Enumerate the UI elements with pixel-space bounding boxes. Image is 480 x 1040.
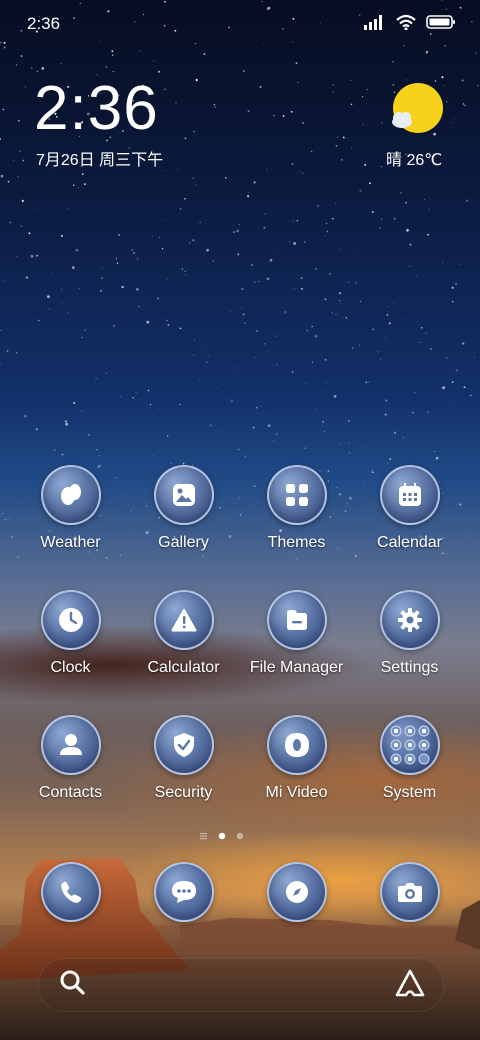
app-contacts[interactable]: Contacts bbox=[14, 715, 127, 815]
video-icon bbox=[266, 715, 327, 775]
page-dot[interactable] bbox=[236, 832, 244, 840]
app-label: Gallery bbox=[158, 534, 209, 551]
page-indicator-lines-icon bbox=[200, 833, 207, 840]
weather-widget-text[interactable]: 晴 26℃ bbox=[386, 146, 442, 170]
app-settings[interactable]: Settings bbox=[353, 590, 466, 690]
warning-triangle-icon bbox=[153, 590, 214, 650]
app-themes[interactable]: Themes bbox=[240, 465, 353, 565]
message-icon bbox=[153, 862, 214, 922]
gear-icon bbox=[379, 590, 440, 650]
app-label: Mi Video bbox=[265, 784, 328, 801]
person-icon bbox=[40, 715, 101, 775]
app-calculator[interactable]: Calculator bbox=[127, 590, 240, 690]
app-weather[interactable]: Weather bbox=[14, 465, 127, 565]
dock-phone[interactable] bbox=[14, 862, 127, 924]
dock-browser[interactable] bbox=[240, 862, 353, 924]
camera-icon bbox=[379, 862, 440, 922]
folder-grid-icon bbox=[379, 715, 440, 775]
weather-drops-icon bbox=[40, 465, 101, 525]
folder-icon bbox=[266, 590, 327, 650]
phone-icon bbox=[40, 862, 101, 922]
app-label: System bbox=[382, 784, 437, 801]
browser-compass-icon bbox=[266, 862, 327, 922]
app-label: Contacts bbox=[38, 784, 103, 801]
app-clock[interactable]: Clock bbox=[14, 590, 127, 690]
app-calendar[interactable]: Calendar bbox=[353, 465, 466, 565]
signal-icon bbox=[364, 15, 382, 30]
app-label: Calendar bbox=[377, 534, 442, 551]
sun-cloud-icon[interactable] bbox=[385, 82, 445, 142]
status-bar: 2:36 bbox=[0, 0, 480, 48]
app-label: Security bbox=[154, 784, 213, 801]
image-icon bbox=[153, 465, 214, 525]
app-label: File Manager bbox=[249, 659, 344, 676]
clock-widget-time[interactable]: 2:36 bbox=[34, 78, 159, 140]
app-gallery[interactable]: Gallery bbox=[127, 465, 240, 565]
search-bar[interactable] bbox=[38, 958, 444, 1012]
assistant-icon[interactable] bbox=[394, 968, 426, 1000]
app-label: Calculator bbox=[147, 659, 220, 676]
app-mi-video[interactable]: Mi Video bbox=[240, 715, 353, 815]
app-label: Clock bbox=[50, 659, 91, 676]
app-label: Weather bbox=[40, 534, 101, 551]
search-icon[interactable] bbox=[58, 968, 86, 996]
app-label: Themes bbox=[267, 534, 326, 551]
clock-widget-date[interactable]: 7月26日 周三下午 bbox=[36, 146, 163, 170]
dock-messages[interactable] bbox=[127, 862, 240, 924]
grid-icon bbox=[266, 465, 327, 525]
status-time: 2:36 bbox=[27, 14, 61, 33]
clock-icon bbox=[40, 590, 101, 650]
app-system-folder[interactable]: System bbox=[353, 715, 466, 815]
shield-check-icon bbox=[153, 715, 214, 775]
page-indicator[interactable] bbox=[199, 831, 249, 841]
page-dot-active[interactable] bbox=[218, 832, 226, 840]
wifi-icon bbox=[396, 14, 416, 30]
app-security[interactable]: Security bbox=[127, 715, 240, 815]
app-file-manager[interactable]: File Manager bbox=[240, 590, 353, 690]
dock-camera[interactable] bbox=[353, 862, 466, 924]
app-label: Settings bbox=[380, 659, 439, 676]
calendar-icon bbox=[379, 465, 440, 525]
battery-icon bbox=[426, 15, 455, 29]
